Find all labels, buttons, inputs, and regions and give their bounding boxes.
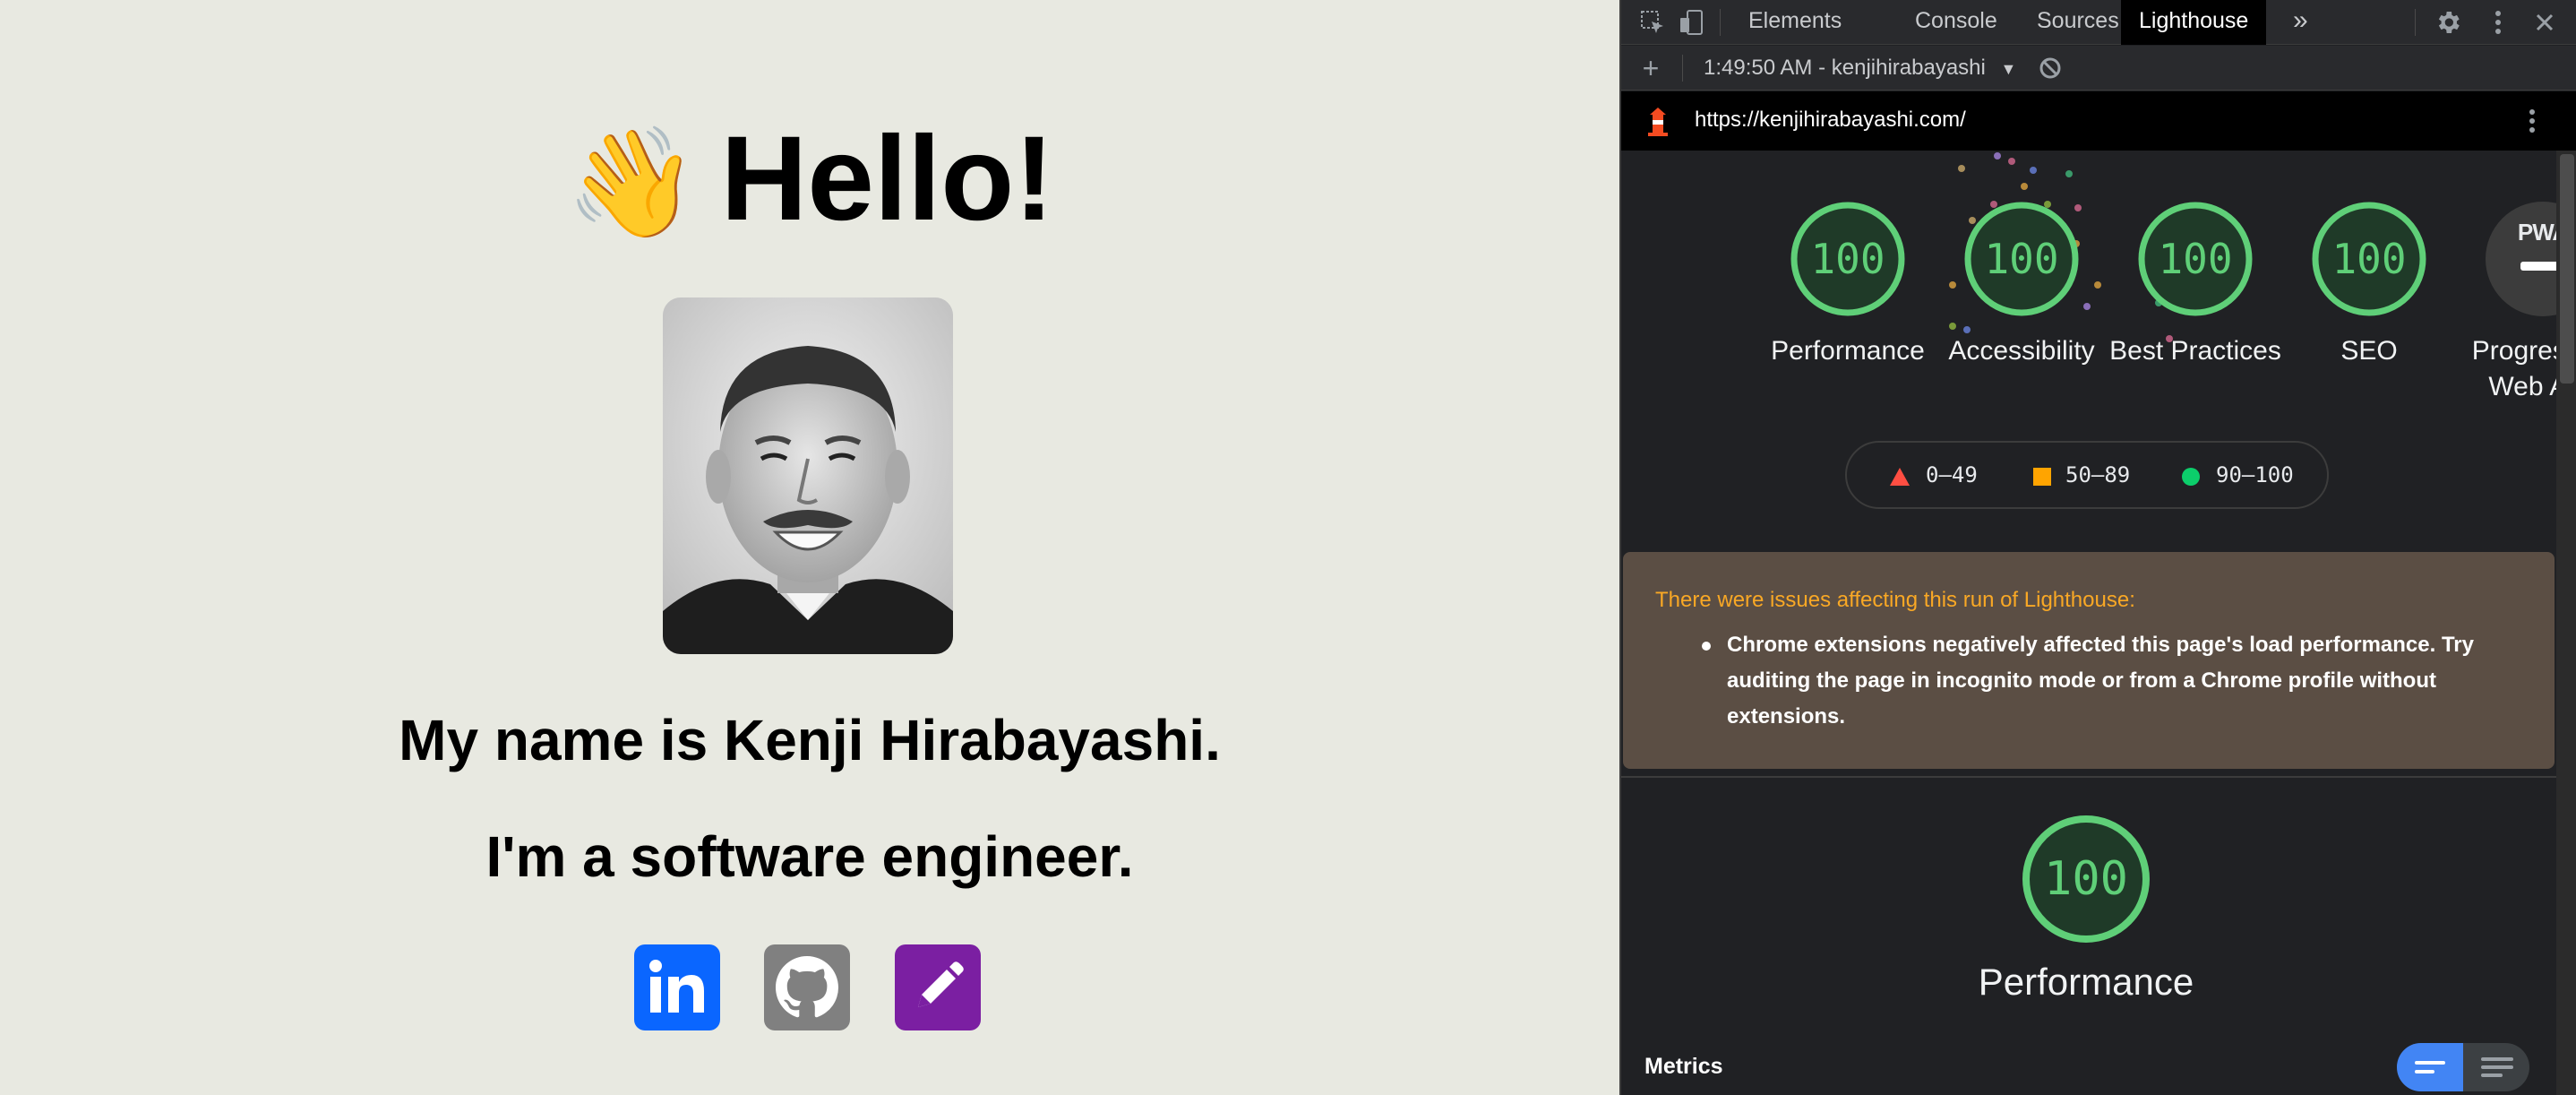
report-select-label: 1:49:50 AM - kenjihirabayashi (1704, 56, 1986, 80)
lighthouse-report: 100 Performance 100 Accessibility 100 Be… (1621, 151, 2556, 1095)
fail-triangle-icon (1890, 468, 1910, 486)
section-divider (1621, 776, 2556, 778)
more-tabs-chevron-icon[interactable]: » (2275, 0, 2326, 45)
compact-lines-icon (2415, 1061, 2445, 1073)
tab-console[interactable]: Console (1897, 0, 2015, 45)
blog-link[interactable] (895, 944, 981, 1030)
github-link[interactable] (764, 944, 850, 1030)
close-devtools-icon[interactable] (2529, 7, 2560, 38)
devtools-panel: Elements Console Sources Lighthouse » + … (1619, 0, 2576, 1095)
scrollbar-thumb[interactable] (2560, 154, 2574, 384)
report-url-bar: https://kenjihirabayashi.com/ (1621, 91, 2576, 151)
expanded-lines-icon[interactable] (2481, 1056, 2513, 1079)
best-practices-label[interactable]: Best Practices (2106, 333, 2285, 369)
tab-elements[interactable]: Elements (1730, 0, 1859, 45)
new-report-plus-icon[interactable]: + (1636, 52, 1666, 84)
legend-fail: 0–49 (1926, 462, 1978, 487)
seo-score: 100 (2331, 235, 2407, 283)
website-page: 👋 Hello! My name is Kenji Hirabayashi. I… (0, 0, 1619, 1095)
dropdown-arrow-icon: ▼ (2000, 60, 2017, 78)
pencil-icon (918, 961, 964, 1007)
tab-sources[interactable]: Sources (2019, 0, 2137, 45)
intro-name: My name is Kenji Hirabayashi. (399, 708, 1221, 772)
metrics-view-toggle[interactable] (2397, 1043, 2529, 1091)
legend-average: 50–89 (2065, 462, 2131, 487)
accessibility-label[interactable]: Accessibility (1932, 333, 2111, 369)
greeting-heading: 👋 Hello! (0, 108, 1619, 255)
pwa-logo-text: PWA (2517, 219, 2556, 246)
lighthouse-toolbar: + 1:49:50 AM - kenjihirabayashi ▼ (1621, 46, 2576, 91)
pass-circle-icon (2182, 468, 2200, 486)
more-options-icon[interactable] (2483, 7, 2513, 38)
seo-label[interactable]: SEO (2280, 333, 2459, 369)
warning-bullet (1702, 642, 1711, 651)
settings-gear-icon[interactable] (2433, 7, 2463, 38)
warning-item: Chrome extensions negatively affected th… (1727, 633, 2474, 729)
clear-reports-icon[interactable] (2035, 53, 2065, 83)
waving-hand-emoji: 👋 (565, 121, 700, 246)
report-scrollbar[interactable] (2556, 151, 2576, 1095)
best-practices-score: 100 (2158, 235, 2233, 283)
score-legend: 0–49 50–89 90–100 (1845, 441, 2329, 509)
report-menu-icon[interactable] (2528, 108, 2537, 134)
pwa-badge[interactable] (2483, 199, 2556, 319)
average-square-icon (2033, 468, 2051, 486)
inspect-element-icon[interactable] (1637, 7, 1668, 38)
report-url[interactable]: https://kenjihirabayashi.com/ (1695, 108, 1966, 133)
greeting-text: Hello! (720, 112, 1054, 246)
linkedin-link[interactable] (634, 944, 720, 1030)
runtime-warning-box: There were issues affecting this run of … (1623, 552, 2555, 769)
metrics-heading: Metrics (1644, 1054, 1723, 1079)
pwa-label[interactable]: Progressive Web App (2444, 333, 2556, 405)
accessibility-score: 100 (1984, 235, 2059, 283)
github-icon (776, 956, 838, 1018)
tab-lighthouse[interactable]: Lighthouse (2121, 0, 2267, 45)
legend-pass: 90–100 (2216, 462, 2294, 487)
linkedin-icon (649, 960, 704, 1013)
compact-view-button[interactable] (2397, 1043, 2463, 1091)
performance-main-score: 100 (2044, 852, 2128, 906)
devtools-tabbar: Elements Console Sources Lighthouse » (1621, 0, 2576, 45)
warning-title: There were issues affecting this run of … (1655, 588, 2135, 612)
report-select[interactable]: 1:49:50 AM - kenjihirabayashi ▼ (1704, 53, 2016, 83)
device-toolbar-icon[interactable] (1677, 7, 1707, 38)
performance-label[interactable]: Performance (1758, 333, 1937, 369)
performance-score: 100 (1810, 235, 1885, 283)
lighthouse-logo-icon (1648, 108, 1668, 136)
profile-photo (663, 297, 953, 654)
intro-job: I'm a software engineer. (485, 824, 1134, 889)
performance-main-label: Performance (1978, 961, 2194, 1003)
